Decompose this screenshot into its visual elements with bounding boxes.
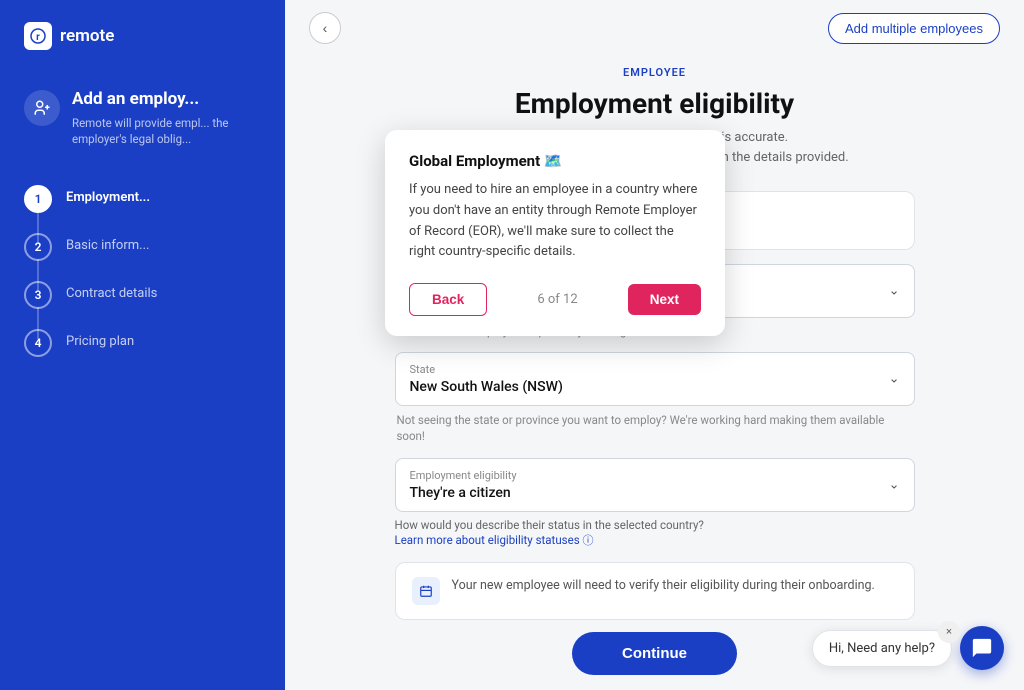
step-label-3: Contract details (66, 281, 157, 301)
state-select[interactable]: State New South Wales (NSW) ⌄ (395, 352, 915, 406)
help-widget: × Hi, Need any help? (812, 626, 1004, 670)
continue-button[interactable]: Continue (572, 632, 737, 675)
main-content: ‹ Add multiple employees EMPLOYEE Employ… (285, 0, 1024, 690)
state-value: New South Wales (NSW) (410, 379, 900, 395)
tooltip-card: Global Employment 🗺️ If you need to hire… (385, 130, 725, 336)
logo-area: r remote (0, 0, 285, 72)
step-label-2: Basic inform... (66, 233, 149, 253)
logo-icon: r (24, 22, 52, 50)
step-circle-3: 3 (24, 281, 52, 309)
step-item-1[interactable]: 1 Employment... (24, 175, 261, 223)
state-chevron-icon: ⌄ (889, 372, 900, 387)
help-chat-button[interactable] (960, 626, 1004, 670)
tooltip-title: Global Employment 🗺️ (409, 152, 701, 170)
notice-text: Your new employee will need to verify th… (452, 577, 875, 595)
eligibility-chevron-icon: ⌄ (889, 478, 900, 493)
step-item-4[interactable]: 4 Pricing plan (24, 319, 261, 367)
sidebar-main-title: Add an employ... (72, 88, 261, 110)
sidebar-header: Add an employ... Remote will provide emp… (0, 72, 285, 167)
step-label-4: Pricing plan (66, 329, 134, 349)
help-close-button[interactable]: × (938, 621, 960, 643)
notice-icon (412, 577, 440, 605)
tooltip-body: If you need to hire an employee in a cou… (409, 180, 701, 263)
step-item-2[interactable]: 2 Basic inform... (24, 223, 261, 271)
eligibility-hint-text: How would you describe their status in t… (395, 518, 704, 532)
tooltip-step-indicator: 6 of 12 (537, 292, 577, 307)
sidebar: r remote Add an employ... Remote will pr… (0, 0, 285, 690)
onboarding-notice: Your new employee will need to verify th… (395, 562, 915, 620)
sidebar-subtitle: Remote will provide empl... the employer… (72, 115, 261, 147)
eligibility-hint: How would you describe their status in t… (395, 518, 915, 548)
tooltip-back-button[interactable]: Back (409, 283, 487, 316)
step-circle-4: 4 (24, 329, 52, 357)
eligibility-value: They're a citizen (410, 485, 900, 501)
add-multiple-button[interactable]: Add multiple employees (828, 13, 1000, 44)
state-hint: Not seeing the state or province you wan… (395, 412, 915, 444)
section-label: EMPLOYEE (623, 66, 686, 79)
add-employee-icon (24, 90, 60, 126)
sidebar-title-area: Add an employ... Remote will provide emp… (72, 88, 261, 147)
step-circle-2: 2 (24, 233, 52, 261)
page-title: Employment eligibility (515, 87, 794, 120)
step-circle-1: 1 (24, 185, 52, 213)
back-nav-button[interactable]: ‹ (309, 12, 341, 44)
tooltip-footer: Back 6 of 12 Next (409, 283, 701, 316)
country-chevron-icon: ⌄ (889, 284, 900, 299)
eligibility-link[interactable]: Learn more about eligibility statuses (395, 533, 580, 547)
tooltip-next-button[interactable]: Next (628, 284, 701, 315)
sidebar-steps: 1 Employment... 2 Basic inform... 3 Cont… (0, 167, 285, 375)
logo-text: remote (60, 26, 114, 46)
step-item-3[interactable]: 3 Contract details (24, 271, 261, 319)
svg-text:r: r (36, 32, 40, 43)
eligibility-info-icon: ⓘ (583, 534, 594, 547)
state-label: State (410, 363, 900, 376)
eligibility-select[interactable]: Employment eligibility They're a citizen… (395, 458, 915, 512)
help-bubble: Hi, Need any help? (812, 630, 952, 667)
eligibility-label: Employment eligibility (410, 469, 900, 482)
top-bar: ‹ Add multiple employees (285, 0, 1024, 56)
step-label-1: Employment... (66, 185, 150, 205)
continue-btn-wrap: Continue (572, 620, 737, 690)
